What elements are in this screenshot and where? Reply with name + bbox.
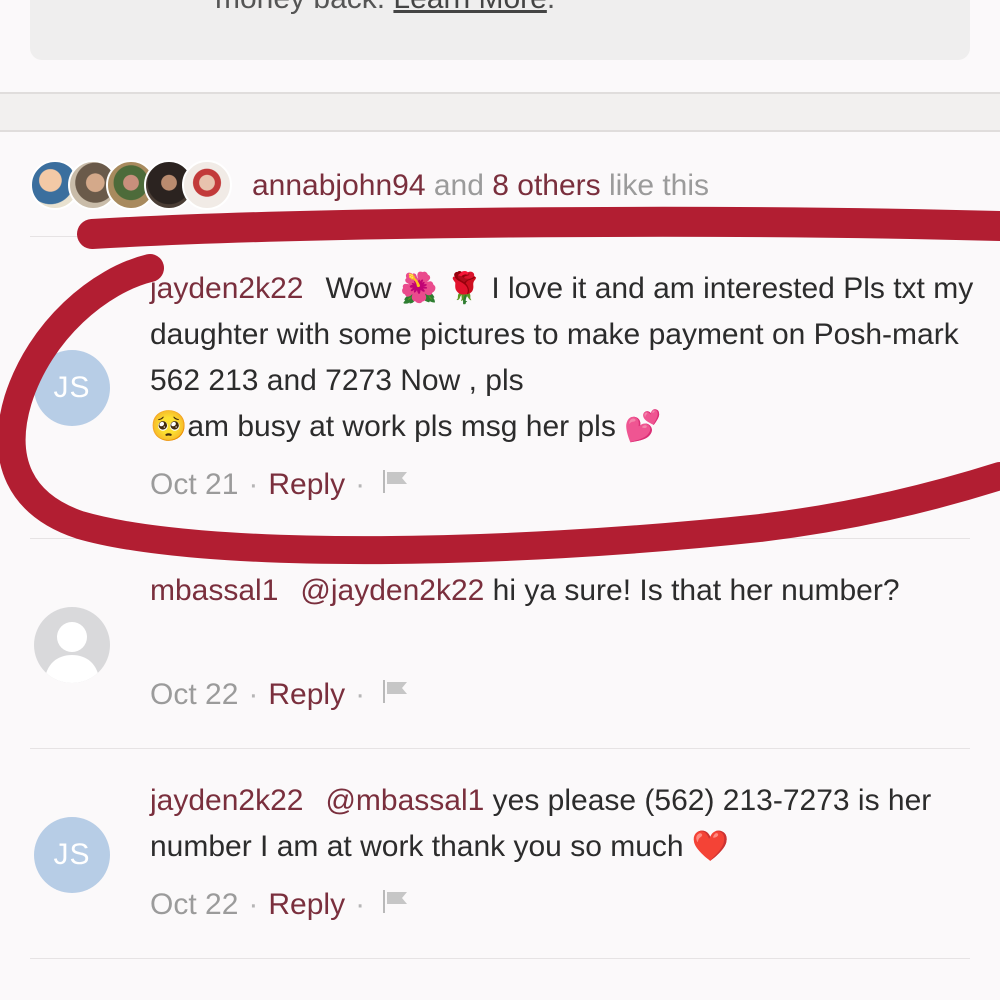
- avatar-initials: JS: [53, 371, 91, 404]
- liker-avatar-5[interactable]: [182, 160, 232, 210]
- likes-row[interactable]: annabjohn94 and 8 others like this: [30, 158, 709, 214]
- avatar[interactable]: JS: [34, 350, 110, 426]
- comment-meta: Oct 22 · Reply ·: [150, 678, 409, 712]
- reply-button[interactable]: Reply: [268, 468, 345, 502]
- mention-link[interactable]: @mbassal1: [325, 784, 484, 817]
- hibiscus-icon: 🌺: [399, 271, 438, 306]
- liker-username[interactable]: annabjohn94: [252, 169, 426, 202]
- likes-and: and: [425, 169, 493, 202]
- comment-username[interactable]: jayden2k22: [150, 784, 303, 817]
- avatar[interactable]: JS: [34, 817, 110, 893]
- two-hearts-icon: 💕: [624, 409, 662, 444]
- comment-meta: Oct 22 · Reply ·: [150, 888, 409, 922]
- meta-dot: ·: [355, 678, 366, 711]
- reply-button[interactable]: Reply: [268, 888, 345, 922]
- meta-dot: ·: [248, 468, 259, 501]
- pleading-face-icon: 🥺: [150, 409, 188, 444]
- section-divider: [0, 92, 1000, 132]
- avatar[interactable]: [34, 607, 110, 683]
- likes-others-link[interactable]: 8 others: [492, 169, 600, 202]
- comment-body: jayden2k22 Wow 🌺 🌹 I love it and am inter…: [150, 266, 980, 450]
- comment-meta: Oct 21 · Reply ·: [150, 468, 409, 502]
- learn-more-link[interactable]: Learn More: [393, 0, 546, 15]
- comment-username[interactable]: mbassal1: [150, 574, 278, 607]
- comment-text: Wow: [325, 272, 400, 305]
- flag-icon[interactable]: [381, 468, 409, 502]
- divider: [30, 748, 970, 749]
- red-heart-icon: ❤️: [691, 829, 730, 864]
- meta-dot: ·: [355, 888, 366, 921]
- avatar-initials: JS: [53, 838, 91, 871]
- divider: [30, 538, 970, 539]
- info-card: money back. Learn More.: [30, 0, 970, 60]
- comment-username[interactable]: jayden2k22: [150, 272, 303, 305]
- rose-icon: 🌹: [445, 271, 483, 306]
- comment-text: hi ya sure! Is that her number?: [484, 574, 900, 607]
- comment-body: jayden2k22 @mbassal1 yes please (562) 213…: [150, 778, 980, 870]
- info-text-end: .: [547, 0, 555, 15]
- divider: [30, 958, 970, 959]
- liker-avatars[interactable]: [30, 158, 242, 214]
- meta-dot: ·: [248, 888, 259, 921]
- divider: [30, 236, 970, 237]
- meta-dot: ·: [355, 468, 366, 501]
- flag-icon[interactable]: [381, 888, 409, 922]
- reply-button[interactable]: Reply: [268, 678, 345, 712]
- info-card-text: money back. Learn More.: [215, 0, 555, 16]
- likes-suffix: like this: [600, 169, 710, 202]
- mention-link[interactable]: @jayden2k22: [300, 574, 484, 607]
- comment-text: am busy at work pls msg her pls: [187, 410, 625, 443]
- comments-screen: money back. Learn More. annabjohn94 and …: [0, 0, 1000, 1000]
- comment-date: Oct 22: [150, 888, 239, 921]
- meta-dot: ·: [248, 678, 259, 711]
- comment-date: Oct 22: [150, 678, 239, 711]
- comment-date: Oct 21: [150, 468, 239, 501]
- info-text: money back.: [215, 0, 393, 15]
- default-avatar-icon: [44, 622, 100, 683]
- likes-summary: annabjohn94 and 8 others like this: [252, 169, 709, 203]
- flag-icon[interactable]: [381, 678, 409, 712]
- comment-body: mbassal1 @jayden2k22 hi ya sure! Is that …: [150, 568, 980, 614]
